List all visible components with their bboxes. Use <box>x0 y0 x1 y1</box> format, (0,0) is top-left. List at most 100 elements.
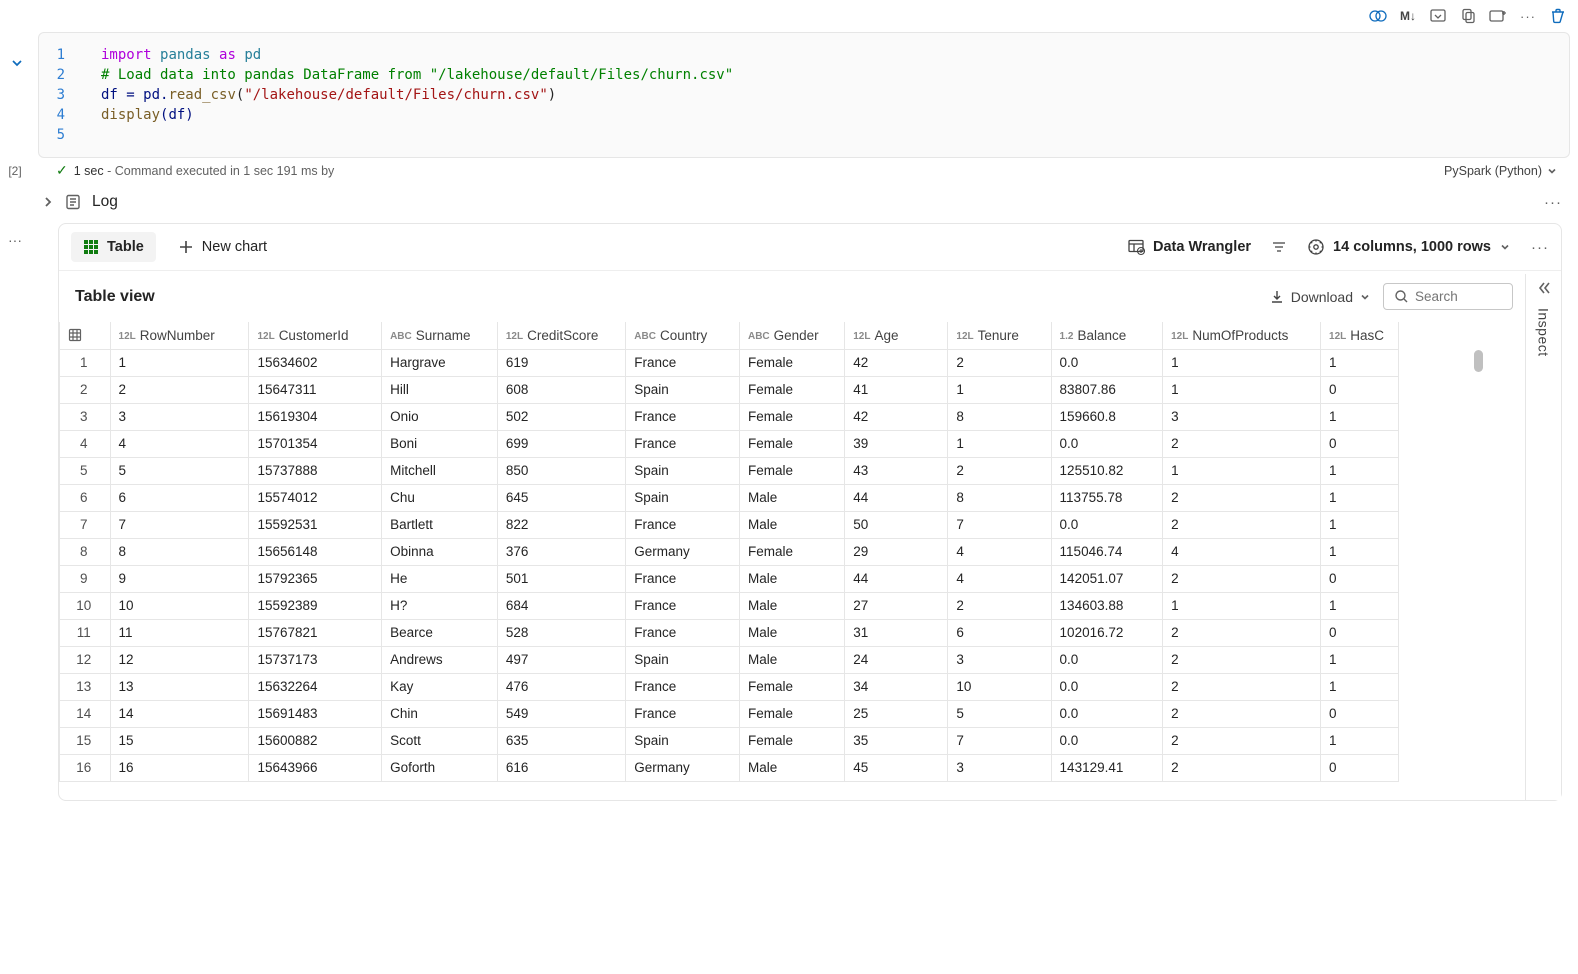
cell: 31 <box>845 619 948 646</box>
cell: 0 <box>1321 700 1399 727</box>
copy-cell-icon[interactable] <box>1458 6 1478 26</box>
code-cell[interactable]: 1 2 3 4 5 import pandas as pd # Load dat… <box>38 32 1570 158</box>
cell: 1 <box>110 349 249 376</box>
cell: 10 <box>948 673 1051 700</box>
column-count-button[interactable]: 14 columns, 1000 rows <box>1307 238 1511 256</box>
cell: 0 <box>1321 619 1399 646</box>
download-button[interactable]: Download <box>1269 289 1371 305</box>
column-header-creditscore[interactable]: 12LCreditScore <box>497 322 625 349</box>
cell: 1 <box>948 430 1051 457</box>
table-row[interactable]: 9915792365He501FranceMale444142051.0720 <box>60 565 1399 592</box>
column-header-numofproducts[interactable]: 12LNumOfProducts <box>1163 322 1321 349</box>
cell: Goforth <box>382 754 498 781</box>
search-input[interactable] <box>1415 289 1495 304</box>
log-label: Log <box>92 193 118 211</box>
vertical-scroll-thumb[interactable] <box>1474 350 1483 372</box>
table-row[interactable]: 141415691483Chin549FranceFemale2550.020 <box>60 700 1399 727</box>
side-ellipsis-icon[interactable]: ··· <box>8 232 22 248</box>
cell: 5 <box>948 700 1051 727</box>
table-row[interactable]: 121215737173Andrews497SpainMale2430.021 <box>60 646 1399 673</box>
cell: France <box>626 700 740 727</box>
table-row[interactable]: 161615643966Goforth616GermanyMale4531431… <box>60 754 1399 781</box>
cell: France <box>626 565 740 592</box>
cell: 7 <box>60 511 111 538</box>
cell: 0 <box>1321 754 1399 781</box>
column-header-surname[interactable]: ABCSurname <box>382 322 498 349</box>
data-table-wrap[interactable]: 12LRowNumber12LCustomerIdABCSurname12LCr… <box>59 322 1525 782</box>
data-wrangler-button[interactable]: Data Wrangler <box>1127 238 1251 256</box>
cell: 102016.72 <box>1051 619 1163 646</box>
row-index-header[interactable] <box>60 322 111 349</box>
markdown-icon[interactable]: M↓ <box>1398 6 1418 26</box>
cell: Spain <box>626 646 740 673</box>
more-cell-actions-icon[interactable]: ··· <box>1518 6 1538 26</box>
table-row[interactable]: 101015592389H?684FranceMale272134603.881… <box>60 592 1399 619</box>
search-box[interactable] <box>1383 283 1513 310</box>
table-row[interactable]: 2215647311Hill608SpainFemale41183807.861… <box>60 376 1399 403</box>
table-row[interactable]: 131315632264Kay476FranceFemale34100.021 <box>60 673 1399 700</box>
kernel-label[interactable]: PySpark (Python) <box>1444 164 1558 178</box>
cell: Bartlett <box>382 511 498 538</box>
collapse-cell-chevron[interactable] <box>10 56 24 70</box>
cell: 0.0 <box>1051 700 1163 727</box>
column-header-country[interactable]: ABCCountry <box>626 322 740 349</box>
cell: 2 <box>60 376 111 403</box>
add-cell-below-icon[interactable] <box>1488 6 1508 26</box>
cell: 2 <box>110 376 249 403</box>
column-header-tenure[interactable]: 12LTenure <box>948 322 1051 349</box>
cell: 699 <box>497 430 625 457</box>
table-row[interactable]: 8815656148Obinna376GermanyFemale29411504… <box>60 538 1399 565</box>
table-row[interactable]: 151515600882Scott635SpainFemale3570.021 <box>60 727 1399 754</box>
delete-cell-icon[interactable] <box>1548 6 1568 26</box>
cell: 24 <box>845 646 948 673</box>
inspect-label[interactable]: Inspect <box>1536 308 1552 357</box>
table-row[interactable]: 1115634602Hargrave619FranceFemale4220.01… <box>60 349 1399 376</box>
cell: 0 <box>1321 376 1399 403</box>
cell: 11 <box>110 619 249 646</box>
table-row[interactable]: 6615574012Chu645SpainMale448113755.7821 <box>60 484 1399 511</box>
column-header-age[interactable]: 12LAge <box>845 322 948 349</box>
new-chart-button[interactable]: New chart <box>168 232 277 262</box>
cell: Female <box>739 457 844 484</box>
output-panel: Table New chart Data Wrangler 14 columns… <box>58 223 1562 801</box>
more-output-icon[interactable]: ··· <box>1531 239 1549 256</box>
cell: 1 <box>1163 592 1321 619</box>
cell: 0.0 <box>1051 349 1163 376</box>
table-row[interactable]: 4415701354Boni699FranceFemale3910.020 <box>60 430 1399 457</box>
cell: 2 <box>1163 700 1321 727</box>
cell: Hargrave <box>382 349 498 376</box>
table-row[interactable]: 111115767821Bearce528FranceMale316102016… <box>60 619 1399 646</box>
toggle-cell-icon[interactable] <box>1368 6 1388 26</box>
filter-icon[interactable] <box>1271 239 1287 255</box>
expand-log-chevron-icon[interactable] <box>42 196 54 208</box>
cell: 10 <box>60 592 111 619</box>
cell: 4 <box>948 538 1051 565</box>
table-view-button[interactable]: Table <box>71 232 156 262</box>
column-header-gender[interactable]: ABCGender <box>739 322 844 349</box>
cell: 0 <box>1321 565 1399 592</box>
cell: 34 <box>845 673 948 700</box>
convert-cell-icon[interactable] <box>1428 6 1448 26</box>
cell: Spain <box>626 457 740 484</box>
log-section[interactable]: Log ··· <box>0 183 1578 223</box>
column-header-customerid[interactable]: 12LCustomerId <box>249 322 382 349</box>
code-editor[interactable]: import pandas as pd # Load data into pan… <box>73 45 1569 145</box>
horizontal-scrollbar[interactable] <box>59 782 1525 800</box>
table-row[interactable]: 3315619304Onio502FranceFemale428159660.8… <box>60 403 1399 430</box>
cell: 0.0 <box>1051 673 1163 700</box>
column-header-rownumber[interactable]: 12LRowNumber <box>110 322 249 349</box>
cell: 15643966 <box>249 754 382 781</box>
column-header-balance[interactable]: 1.2Balance <box>1051 322 1163 349</box>
table-row[interactable]: 7715592531Bartlett822FranceMale5070.021 <box>60 511 1399 538</box>
table-row[interactable]: 5515737888Mitchell850SpainFemale43212551… <box>60 457 1399 484</box>
cell: 376 <box>497 538 625 565</box>
column-header-hasc[interactable]: 12LHasC <box>1321 322 1399 349</box>
cell: 0.0 <box>1051 646 1163 673</box>
more-log-icon[interactable]: ··· <box>1544 194 1562 211</box>
cell: 15592389 <box>249 592 382 619</box>
collapse-inspect-icon[interactable] <box>1536 280 1552 296</box>
cell: 8 <box>948 403 1051 430</box>
cell: 9 <box>110 565 249 592</box>
cell: 15656148 <box>249 538 382 565</box>
cell: 8 <box>60 538 111 565</box>
